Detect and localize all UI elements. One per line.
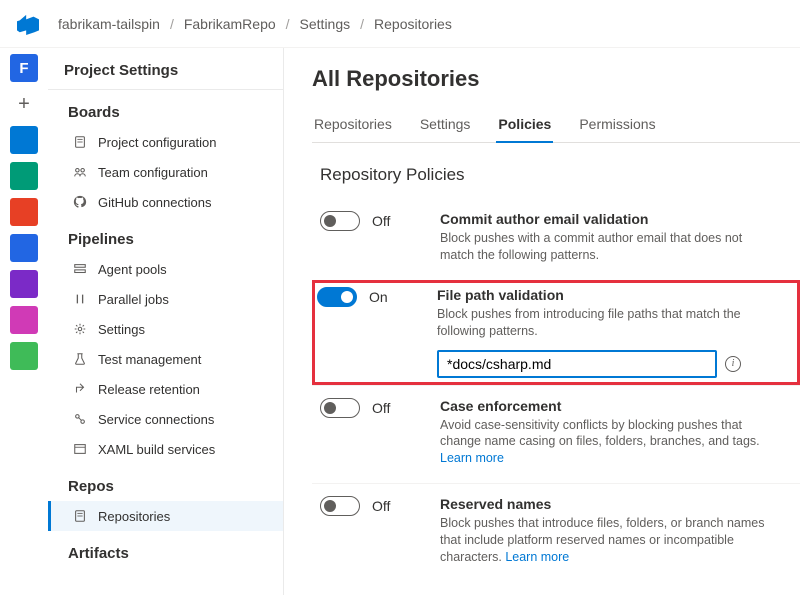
github-icon [72,194,88,210]
policy-row: Off Case enforcement Avoid case-sensitivit… [312,385,800,484]
flask-icon [72,351,88,367]
left-rail: F+ [0,48,48,595]
policy-desc: Block pushes from introducing file paths… [437,306,777,340]
panel-title: Repository Policies [320,165,800,185]
sidebar-section-title: Pipelines [48,217,283,254]
policy-desc: Avoid case-sensitivity conflicts by bloc… [440,417,772,468]
parallel-icon [72,291,88,307]
sidebar-item-label: Service connections [98,412,214,427]
pool-icon [72,261,88,277]
toggle-switch[interactable] [317,287,357,307]
rail-add-button[interactable]: + [10,90,38,118]
page-title: All Repositories [312,66,800,92]
sidebar-item-repositories[interactable]: Repositories [48,501,283,531]
policy-desc: Block pushes that introduce files, folde… [440,515,772,566]
sidebar-item-label: Project configuration [98,135,217,150]
breadcrumb-sep: / [354,16,370,32]
sidebar-item-release-retention[interactable]: Release retention [48,374,283,404]
sidebar-item-label: GitHub connections [98,195,211,210]
team-icon [72,164,88,180]
gear-icon [72,321,88,337]
release-icon [72,381,88,397]
learn-more-link[interactable]: Learn more [505,550,569,564]
rail-item[interactable]: F [10,54,38,82]
sidebar-item-project-configuration[interactable]: Project configuration [48,127,283,157]
breadcrumb-item[interactable]: Settings [296,16,355,32]
sidebar-title: Project Settings [48,48,283,90]
rail-item[interactable] [10,234,38,262]
policy-row: On File path validation Block pushes from … [312,280,800,385]
tab-bar: Repositories Settings Policies Permissions [312,110,800,143]
doc-icon [72,508,88,524]
sidebar-item-github-connections[interactable]: GitHub connections [48,187,283,217]
sidebar-item-label: Release retention [98,382,200,397]
sidebar-item-label: Parallel jobs [98,292,169,307]
policy-name: File path validation [437,287,777,303]
xaml-icon [72,441,88,457]
toggle-label: Off [372,400,390,416]
rail-item[interactable] [10,162,38,190]
header-bar: fabrikam-tailspin/FabrikamRepo/Settings/… [0,0,800,48]
tab-permissions[interactable]: Permissions [577,110,657,142]
tab-policies[interactable]: Policies [496,110,553,142]
sidebar-item-parallel-jobs[interactable]: Parallel jobs [48,284,283,314]
rail-item[interactable] [10,126,38,154]
toggle-switch[interactable] [320,496,360,516]
policy-name: Commit author email validation [440,211,772,227]
toggle-switch[interactable] [320,211,360,231]
sidebar-section-title: Boards [48,90,283,127]
azure-devops-logo[interactable] [14,10,42,38]
tab-settings[interactable]: Settings [418,110,473,142]
toggle-label: On [369,289,388,305]
sidebar-item-agent-pools[interactable]: Agent pools [48,254,283,284]
toggle-label: Off [372,498,390,514]
rail-item[interactable] [10,198,38,226]
breadcrumb-sep: / [280,16,296,32]
breadcrumb-item[interactable]: fabrikam-tailspin [54,16,164,32]
sidebar-item-xaml-build-services[interactable]: XAML build services [48,434,283,464]
sidebar-item-label: Repositories [98,509,170,524]
breadcrumb-sep: / [164,16,180,32]
breadcrumb-item[interactable]: Repositories [370,16,456,32]
sidebar-section-title: Artifacts [48,531,283,568]
sidebar-item-service-connections[interactable]: Service connections [48,404,283,434]
policy-row: Off Reserved names Block pushes that intro… [312,483,800,582]
sidebar-section-title: Repos [48,464,283,501]
sidebar-item-label: Agent pools [98,262,167,277]
project-settings-sidebar: Project Settings Boards Project configura… [48,48,284,595]
sidebar-item-label: Team configuration [98,165,208,180]
info-icon[interactable]: i [725,356,741,372]
main-content: All Repositories Repositories Settings Pol… [284,48,800,595]
sidebar-item-label: Test management [98,352,201,367]
conn-icon [72,411,88,427]
toggle-label: Off [372,213,390,229]
breadcrumb: fabrikam-tailspin/FabrikamRepo/Settings/… [54,16,456,32]
toggle-switch[interactable] [320,398,360,418]
breadcrumb-item[interactable]: FabrikamRepo [180,16,280,32]
sidebar-item-test-management[interactable]: Test management [48,344,283,374]
file-path-pattern-input[interactable] [437,350,717,378]
rail-item[interactable] [10,270,38,298]
sidebar-item-label: XAML build services [98,442,215,457]
sidebar-item-team-configuration[interactable]: Team configuration [48,157,283,187]
doc-icon [72,134,88,150]
policy-name: Reserved names [440,496,772,512]
policy-row: Off Commit author email validation Block p… [312,199,800,280]
rail-item[interactable] [10,306,38,334]
policy-name: Case enforcement [440,398,772,414]
learn-more-link[interactable]: Learn more [440,451,504,465]
sidebar-item-settings[interactable]: Settings [48,314,283,344]
rail-item[interactable] [10,342,38,370]
policy-desc: Block pushes with a commit author email … [440,230,772,264]
sidebar-item-label: Settings [98,322,145,337]
tab-repositories[interactable]: Repositories [312,110,394,142]
